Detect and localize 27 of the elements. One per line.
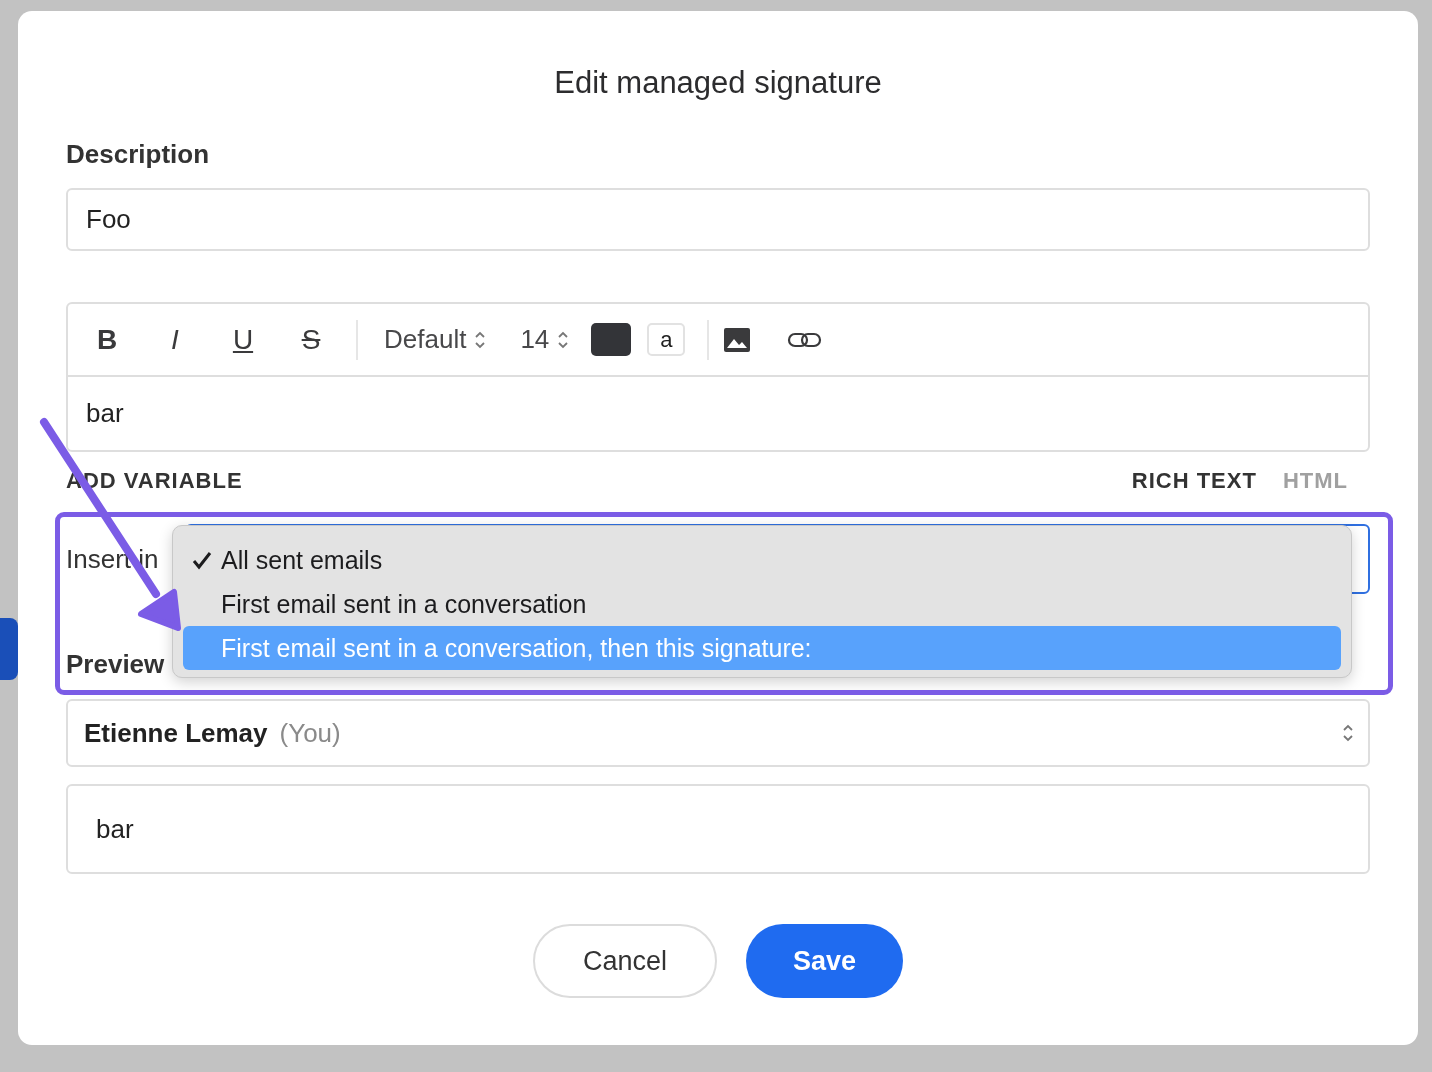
- link-icon: [787, 330, 824, 349]
- strike-button[interactable]: S: [288, 316, 334, 363]
- chevron-icon: [474, 329, 487, 350]
- editor-body[interactable]: bar: [68, 377, 1368, 450]
- dropdown-option[interactable]: First email sent in a conversation: [183, 582, 1341, 626]
- dropdown-option[interactable]: All sent emails: [183, 538, 1341, 582]
- bold-button[interactable]: B: [84, 316, 130, 363]
- image-button[interactable]: [723, 326, 752, 353]
- chevron-icon: [1342, 723, 1354, 743]
- chevron-icon: [557, 329, 570, 350]
- link-button[interactable]: [787, 330, 824, 349]
- mode-tab[interactable]: RICH TEXT: [1131, 468, 1257, 494]
- underline-button[interactable]: U: [220, 316, 266, 363]
- save-button[interactable]: Save: [746, 924, 903, 998]
- image-icon: [723, 326, 752, 353]
- description-label: Description: [66, 139, 211, 169]
- cancel-button[interactable]: Cancel: [533, 924, 717, 998]
- user-select[interactable]: Etienne Lemay (You): [66, 699, 1370, 767]
- italic-button[interactable]: I: [152, 316, 198, 363]
- preview-label: Preview: [66, 649, 165, 679]
- description-field[interactable]: Foo: [66, 188, 1370, 251]
- size-select[interactable]: 14: [508, 324, 582, 355]
- dialog-title: Edit managed signature: [553, 65, 883, 101]
- highlight-button[interactable]: a: [647, 323, 686, 356]
- font-select[interactable]: Default: [372, 324, 499, 355]
- color-swatch[interactable]: [591, 323, 632, 356]
- preview-body: bar: [66, 784, 1370, 874]
